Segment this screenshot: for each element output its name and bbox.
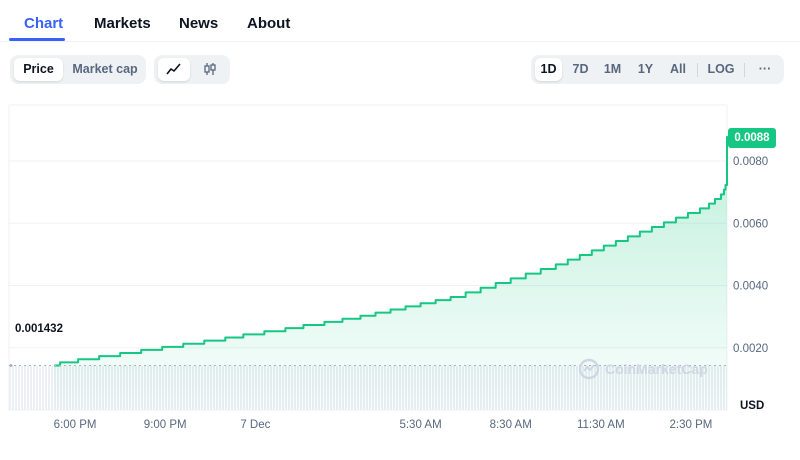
x-tick-label: 11:30 AM xyxy=(577,419,625,431)
more-options-button[interactable]: ··· xyxy=(750,58,780,81)
x-tick-label: 8:30 AM xyxy=(490,419,532,431)
candlestick-button[interactable] xyxy=(194,58,226,81)
price-toggle-button[interactable]: Price xyxy=(14,58,63,81)
tab-bar: Chart Markets News About xyxy=(0,0,800,42)
metric-toggle: Price Market cap xyxy=(10,55,146,84)
line-chart-icon xyxy=(166,63,181,75)
start-price-dot xyxy=(9,363,13,367)
range-1d-button[interactable]: 1D xyxy=(535,58,562,81)
x-tick-label: 5:30 AM xyxy=(399,419,441,431)
x-tick-label: 6:00 PM xyxy=(54,419,97,431)
more-divider xyxy=(744,63,745,77)
tab-chart[interactable]: Chart xyxy=(24,15,63,32)
y-tick-label: 0.0040 xyxy=(733,281,768,293)
tab-news[interactable]: News xyxy=(179,15,218,32)
start-price-label: 0.001432 xyxy=(15,323,63,335)
price-chart-svg: 0.0020 0.0040 0.0060 0.0080 6:00 PM 9:00 PM 7 … xyxy=(8,104,768,431)
x-tick-label: 2:30 PM xyxy=(670,419,713,431)
line-chart-button[interactable] xyxy=(158,58,190,81)
x-tick-label: 7 Dec xyxy=(240,419,270,431)
watermark: CoinMarketCap xyxy=(578,358,708,380)
active-tab-indicator xyxy=(9,38,65,41)
price-chart: 0.0020 0.0040 0.0060 0.0080 6:00 PM 9:00 PM 7 … xyxy=(0,100,800,440)
market-cap-toggle-button[interactable]: Market cap xyxy=(67,58,143,81)
tab-about[interactable]: About xyxy=(247,15,290,32)
range-1y-button[interactable]: 1Y xyxy=(632,58,659,81)
range-7d-button[interactable]: 7D xyxy=(567,58,594,81)
log-scale-button[interactable]: LOG xyxy=(703,58,739,81)
y-tick-label: 0.0060 xyxy=(733,218,768,230)
watermark-text: CoinMarketCap xyxy=(605,361,708,377)
current-price-tag: 0.0088 xyxy=(728,128,776,148)
tab-markets[interactable]: Markets xyxy=(94,15,151,32)
range-all-button[interactable]: All xyxy=(664,58,692,81)
range-divider xyxy=(697,63,698,77)
x-tick-label: 9:00 PM xyxy=(144,419,187,431)
candlestick-icon xyxy=(204,63,216,75)
y-tick-label: 0.0080 xyxy=(733,156,768,168)
coinmarketcap-logo-icon xyxy=(578,358,600,380)
y-tick-label: 0.0020 xyxy=(733,343,768,355)
time-range-selector: 1D 7D 1M 1Y All LOG ··· xyxy=(531,55,784,84)
range-1m-button[interactable]: 1M xyxy=(598,58,627,81)
currency-label: USD xyxy=(740,400,765,412)
chart-style-toggle xyxy=(154,55,230,84)
